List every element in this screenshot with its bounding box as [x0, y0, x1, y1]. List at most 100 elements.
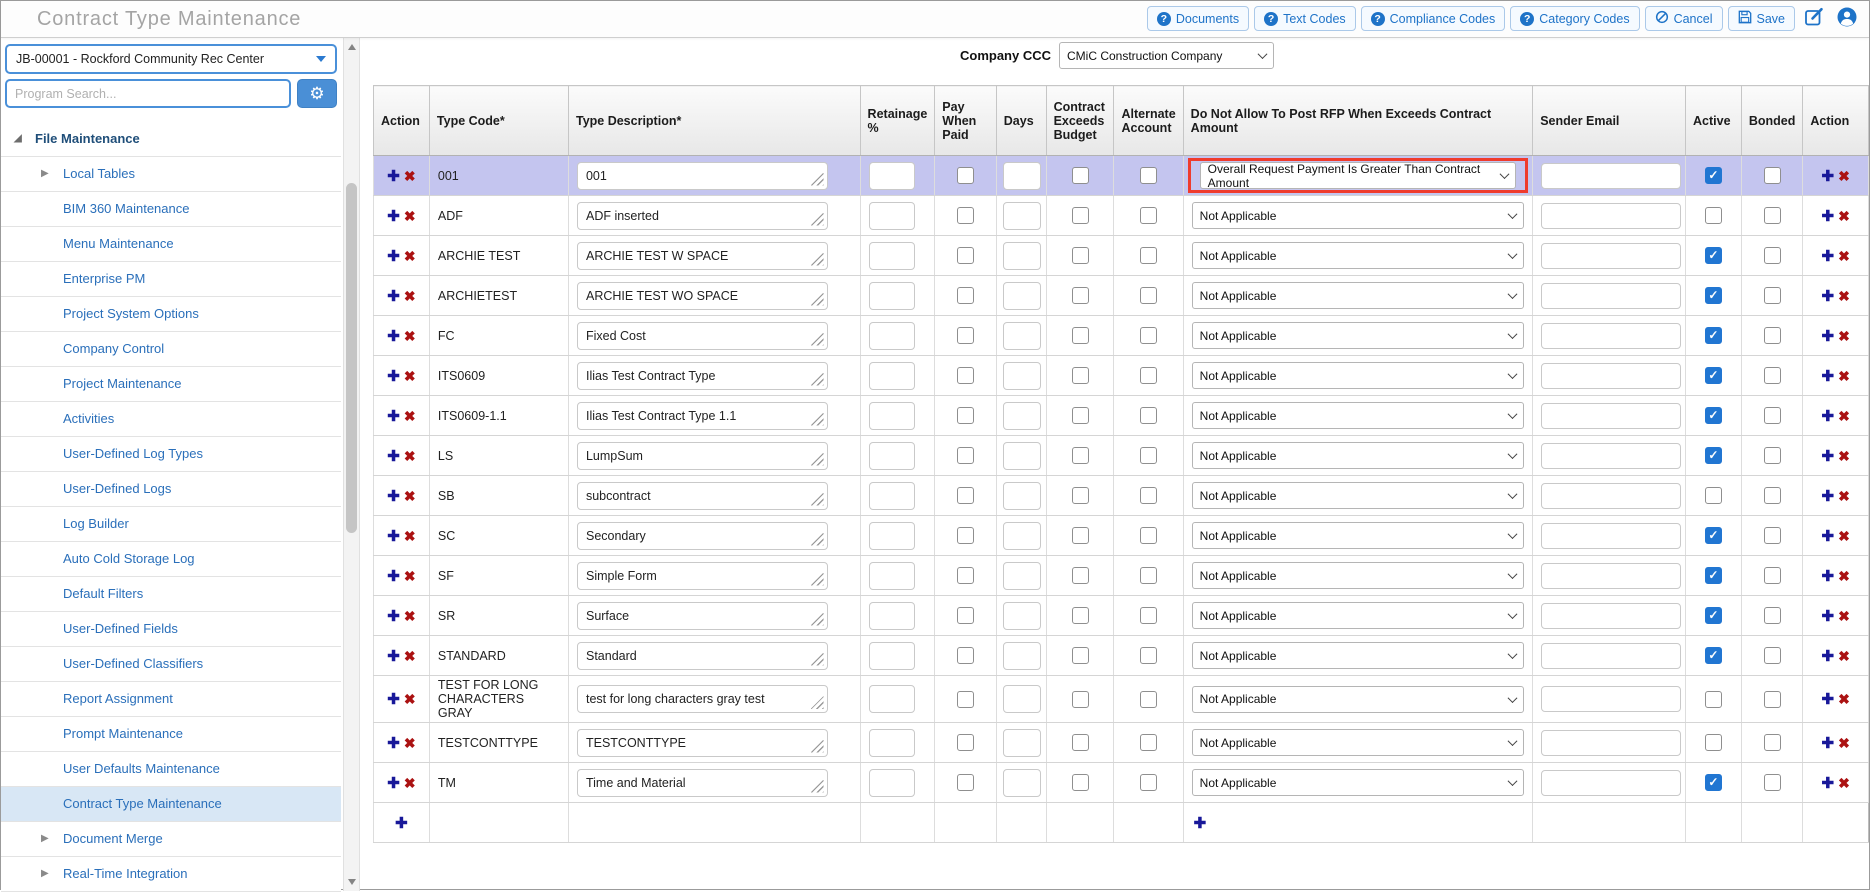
retainage-input[interactable] — [868, 441, 915, 470]
pay-when-paid-checkbox[interactable] — [957, 734, 975, 751]
sidebar-item-default-filters[interactable]: Default Filters — [1, 577, 341, 612]
delete-row-button[interactable]: ✖ — [1838, 328, 1850, 344]
add-row-button[interactable]: ✚ — [387, 735, 400, 752]
bonded-checkbox[interactable] — [1763, 567, 1781, 584]
sidebar-item-user-defined-logs[interactable]: User-Defined Logs — [1, 472, 341, 507]
active-checkbox[interactable]: ✓ — [1704, 167, 1722, 184]
scroll-down-button[interactable] — [344, 874, 359, 890]
rfp-dropdown[interactable]: Not Applicable — [1191, 282, 1525, 309]
days-input[interactable] — [1002, 685, 1041, 713]
add-row-button[interactable]: ✚ — [1822, 528, 1835, 545]
delete-row-button[interactable]: ✖ — [1838, 691, 1850, 707]
contract-exceeds-budget-checkbox[interactable] — [1071, 247, 1089, 264]
active-checkbox[interactable]: ✓ — [1704, 367, 1722, 384]
days-input[interactable] — [1002, 241, 1041, 270]
add-row-button[interactable]: ✚ — [1822, 448, 1835, 465]
pay-when-paid-checkbox[interactable] — [957, 690, 975, 708]
company-select[interactable]: CMiC Construction Company — [1059, 42, 1274, 69]
contract-exceeds-budget-checkbox[interactable] — [1071, 167, 1089, 184]
sidebar-item-report-assignment[interactable]: Report Assignment — [1, 682, 341, 717]
sender-email-input[interactable] — [1541, 482, 1682, 509]
sender-email-input[interactable] — [1541, 686, 1682, 712]
pay-when-paid-checkbox[interactable] — [957, 367, 975, 384]
add-row-button[interactable]: ✚ — [387, 775, 400, 792]
active-checkbox[interactable]: ✓ — [1704, 407, 1722, 424]
sidebar-item-real-time-integration[interactable]: ▶ Real-Time Integration — [1, 857, 341, 892]
contract-exceeds-budget-checkbox[interactable] — [1071, 487, 1089, 504]
bonded-checkbox[interactable] — [1763, 207, 1781, 224]
add-row-button[interactable]: ✚ — [387, 528, 400, 545]
bonded-checkbox[interactable] — [1763, 287, 1781, 304]
delete-row-button[interactable]: ✖ — [1838, 775, 1850, 791]
contract-exceeds-budget-checkbox[interactable] — [1071, 734, 1089, 751]
add-row-button[interactable]: ✚ — [1822, 208, 1835, 225]
rfp-dropdown[interactable]: Overall Request Payment Is Greater Than … — [1199, 162, 1517, 190]
pay-when-paid-checkbox[interactable] — [957, 247, 975, 264]
retainage-input[interactable] — [868, 685, 915, 713]
type-description-input[interactable] — [576, 641, 828, 670]
type-description-input[interactable] — [576, 768, 828, 797]
contract-exceeds-budget-checkbox[interactable] — [1071, 527, 1089, 544]
add-row-button[interactable]: ✚ — [387, 648, 400, 665]
sender-email-input[interactable] — [1541, 202, 1682, 229]
add-row-button[interactable]: ✚ — [1822, 248, 1835, 265]
sender-email-input[interactable] — [1541, 522, 1682, 549]
user-icon-button[interactable] — [1833, 6, 1861, 31]
active-checkbox[interactable]: ✓ — [1704, 607, 1722, 624]
rfp-dropdown[interactable]: Not Applicable — [1191, 402, 1525, 429]
save-button[interactable]: Save — [1727, 6, 1795, 31]
contract-exceeds-budget-checkbox[interactable] — [1071, 567, 1089, 584]
pay-when-paid-checkbox[interactable] — [957, 167, 975, 184]
days-input[interactable] — [1002, 321, 1041, 350]
active-checkbox[interactable] — [1704, 207, 1722, 224]
scrollbar-thumb[interactable] — [346, 183, 357, 533]
add-row-button[interactable]: ✚ — [387, 488, 400, 505]
delete-row-button[interactable]: ✖ — [404, 488, 416, 504]
contract-exceeds-budget-checkbox[interactable] — [1071, 690, 1089, 708]
delete-row-button[interactable]: ✖ — [404, 288, 416, 304]
pay-when-paid-checkbox[interactable] — [957, 447, 975, 464]
alternate-account-checkbox[interactable] — [1140, 734, 1158, 751]
category-codes-button[interactable]: ? Category Codes — [1510, 6, 1640, 31]
rfp-dropdown[interactable]: Not Applicable — [1191, 442, 1525, 469]
add-row-button[interactable]: ✚ — [1822, 648, 1835, 665]
sender-email-input[interactable] — [1541, 322, 1682, 349]
type-description-input[interactable] — [576, 521, 828, 550]
alternate-account-checkbox[interactable] — [1140, 327, 1158, 344]
add-row-button[interactable]: ✚ — [387, 328, 400, 345]
delete-row-button[interactable]: ✖ — [1838, 408, 1850, 424]
rfp-dropdown[interactable]: Not Applicable — [1191, 202, 1525, 229]
bonded-checkbox[interactable] — [1763, 447, 1781, 464]
delete-row-button[interactable]: ✖ — [1838, 648, 1850, 664]
sender-email-input[interactable] — [1541, 242, 1682, 269]
expand-icon[interactable]: ▶ — [41, 157, 49, 191]
rfp-dropdown[interactable]: Not Applicable — [1191, 562, 1525, 589]
add-row-button[interactable]: ✚ — [387, 288, 400, 305]
active-checkbox[interactable]: ✓ — [1704, 287, 1722, 304]
pay-when-paid-checkbox[interactable] — [957, 327, 975, 344]
retainage-input[interactable] — [868, 561, 915, 590]
pay-when-paid-checkbox[interactable] — [957, 487, 975, 504]
settings-button[interactable]: ⚙ — [297, 79, 337, 108]
add-row-button[interactable]: ✚ — [387, 408, 400, 425]
type-description-input[interactable] — [576, 241, 828, 270]
retainage-input[interactable] — [868, 728, 915, 757]
sidebar-item-log-builder[interactable]: Log Builder — [1, 507, 341, 542]
delete-row-button[interactable]: ✖ — [404, 208, 416, 224]
sender-email-input[interactable] — [1541, 729, 1682, 756]
type-description-input[interactable] — [576, 281, 828, 310]
add-row-button[interactable]: ✚ — [387, 691, 400, 708]
sender-email-input[interactable] — [1541, 642, 1682, 669]
sidebar-item-activities[interactable]: Activities — [1, 402, 341, 437]
days-input[interactable] — [1002, 161, 1041, 190]
sidebar-scrollbar[interactable] — [343, 38, 360, 891]
delete-row-button[interactable]: ✖ — [404, 408, 416, 424]
alternate-account-checkbox[interactable] — [1140, 607, 1158, 624]
add-row-button[interactable]: ✚ — [387, 208, 400, 225]
days-input[interactable] — [1002, 401, 1041, 430]
sidebar-item-user-defined-log-types[interactable]: User-Defined Log Types — [1, 437, 341, 472]
expand-icon[interactable]: ▶ — [41, 822, 49, 856]
rfp-dropdown[interactable]: Not Applicable — [1191, 322, 1525, 349]
contract-exceeds-budget-checkbox[interactable] — [1071, 207, 1089, 224]
type-description-input[interactable] — [576, 441, 828, 470]
